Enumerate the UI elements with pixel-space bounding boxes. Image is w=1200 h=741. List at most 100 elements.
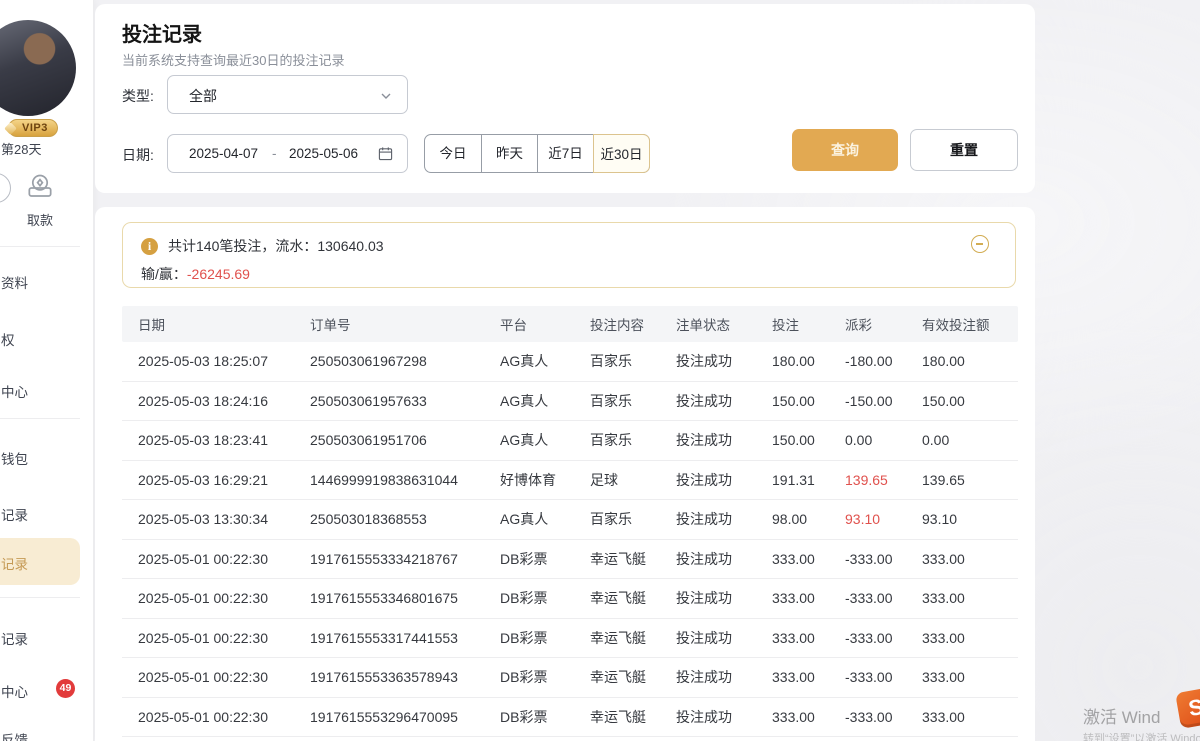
activate-windows-watermark-sub: 转到“设置”以激活 Windows。 <box>1083 730 1200 741</box>
table-cell-date: 2025-05-01 00:22:30 <box>138 630 310 646</box>
sidebar-item-privilege[interactable]: 权 <box>1 329 15 349</box>
quick-range-group: 今日 昨天 近7日 近30日 <box>424 134 650 173</box>
table-cell-status: 投注成功 <box>676 430 772 450</box>
table-cell-bet: 150.00 <box>772 393 845 409</box>
table-cell-platform: DB彩票 <box>500 588 590 608</box>
table-row: 2025-05-01 00:22:301917615553296470095DB… <box>122 698 1018 738</box>
table-row: 2025-05-01 00:22:301917615553334218767DB… <box>122 540 1018 580</box>
summary-box: i 共计140笔投注，流水：130640.03 输/赢：-26245.69 <box>122 222 1016 288</box>
table-cell-bet: 333.00 <box>772 551 845 567</box>
sidebar-item-records-2[interactable]: 记录 <box>1 628 28 648</box>
table-cell-payout: 93.10 <box>845 511 922 527</box>
table-cell-content: 百家乐 <box>590 351 676 371</box>
table-cell-bet: 150.00 <box>772 432 845 448</box>
table-cell-payout: -150.00 <box>845 393 922 409</box>
table-row: 2025-05-03 18:24:16250503061957633AG真人百家… <box>122 382 1018 422</box>
table-cell-valid: 333.00 <box>922 551 1018 567</box>
date-range-input[interactable]: 2025-04-07 - 2025-05-06 <box>167 134 408 173</box>
avatar[interactable] <box>0 20 76 116</box>
quick-range-7days[interactable]: 近7日 <box>537 135 593 172</box>
table-cell-order: 1917615553334218767 <box>310 551 500 567</box>
table-cell-payout: 0.00 <box>845 432 922 448</box>
table-cell-order: 1917615553363578943 <box>310 669 500 685</box>
table-cell-date: 2025-05-01 00:22:30 <box>138 709 310 725</box>
table-header-cell: 有效投注额 <box>922 314 1018 334</box>
table-cell-platform: DB彩票 <box>500 667 590 687</box>
table-header-cell: 投注内容 <box>590 314 676 334</box>
table-cell-payout: -333.00 <box>845 669 922 685</box>
table-cell-status: 投注成功 <box>676 667 772 687</box>
collapse-icon[interactable] <box>971 235 989 253</box>
sidebar-item-center[interactable]: 中心 <box>1 381 28 401</box>
table-cell-valid: 333.00 <box>922 630 1018 646</box>
table-cell-date: 2025-05-03 18:25:07 <box>138 353 310 369</box>
table-cell-order: 1917615553317441553 <box>310 630 500 646</box>
quick-range-yesterday[interactable]: 昨天 <box>481 135 537 172</box>
table-cell-bet: 333.00 <box>772 669 845 685</box>
results-card: i 共计140笔投注，流水：130640.03 输/赢：-26245.69 日期… <box>95 207 1035 741</box>
table-cell-platform: DB彩票 <box>500 549 590 569</box>
table-cell-status: 投注成功 <box>676 549 772 569</box>
table-cell-platform: DB彩票 <box>500 707 590 727</box>
type-label: 类型: <box>122 86 154 106</box>
table-cell-bet: 180.00 <box>772 353 845 369</box>
table-row: 2025-05-03 18:25:07250503061967298AG真人百家… <box>122 342 1018 382</box>
table-cell-date: 2025-05-03 16:29:21 <box>138 472 310 488</box>
table-cell-platform: AG真人 <box>500 509 590 529</box>
table-header-cell: 派彩 <box>845 314 922 334</box>
reset-button[interactable]: 重置 <box>910 129 1018 171</box>
quick-range-30days[interactable]: 近30日 <box>593 134 650 173</box>
table-cell-status: 投注成功 <box>676 470 772 490</box>
withdraw-button[interactable]: 取款 <box>24 170 56 229</box>
table-body: 2025-05-03 18:25:07250503061967298AG真人百家… <box>122 342 1018 737</box>
sidebar-item-wallet[interactable]: 钱包 <box>1 448 28 468</box>
page-subtitle: 当前系统支持查询最近30日的投注记录 <box>122 50 344 69</box>
table-row: 2025-05-01 00:22:301917615553317441553DB… <box>122 619 1018 659</box>
quick-range-today[interactable]: 今日 <box>425 135 481 172</box>
sidebar-divider <box>0 597 80 598</box>
vip-badge: VIP3 <box>8 119 58 137</box>
date-start-value: 2025-04-07 <box>189 146 258 161</box>
table-row: 2025-05-03 13:30:34250503018368553AG真人百家… <box>122 500 1018 540</box>
table-cell-order: 1917615553346801675 <box>310 590 500 606</box>
table-cell-valid: 180.00 <box>922 353 1018 369</box>
table-cell-date: 2025-05-01 00:22:30 <box>138 590 310 606</box>
date-label: 日期: <box>122 145 154 165</box>
table-header-cell: 注单状态 <box>676 314 772 334</box>
table-cell-valid: 333.00 <box>922 590 1018 606</box>
deposit-icon[interactable] <box>0 173 11 203</box>
table-cell-content: 幸运飞艇 <box>590 667 676 687</box>
sidebar-item-profile[interactable]: 资料 <box>1 272 28 292</box>
table-cell-platform: AG真人 <box>500 351 590 371</box>
type-select[interactable]: 全部 <box>167 75 408 114</box>
table-cell-date: 2025-05-03 13:30:34 <box>138 511 310 527</box>
table-cell-status: 投注成功 <box>676 509 772 529</box>
table-cell-status: 投注成功 <box>676 707 772 727</box>
calendar-icon <box>378 146 393 161</box>
table-cell-status: 投注成功 <box>676 588 772 608</box>
table-header-cell: 投注 <box>772 314 845 334</box>
activate-windows-watermark: 激活 Wind <box>1083 703 1160 728</box>
table-cell-date: 2025-05-01 00:22:30 <box>138 669 310 685</box>
sidebar-item-bet-records-active[interactable]: 记录 <box>1 553 28 573</box>
table-cell-platform: DB彩票 <box>500 628 590 648</box>
table-cell-date: 2025-05-03 18:24:16 <box>138 393 310 409</box>
table-row: 2025-05-03 18:23:41250503061951706AG真人百家… <box>122 421 1018 461</box>
table-header: 日期订单号平台投注内容注单状态投注派彩有效投注额 <box>122 306 1018 342</box>
table-cell-content: 幸运飞艇 <box>590 707 676 727</box>
search-button[interactable]: 查询 <box>792 129 898 171</box>
table-cell-content: 幸运飞艇 <box>590 549 676 569</box>
sidebar-item-records-1[interactable]: 记录 <box>1 504 28 524</box>
withdraw-label: 取款 <box>24 210 56 229</box>
table-cell-valid: 150.00 <box>922 393 1018 409</box>
table-cell-content: 百家乐 <box>590 391 676 411</box>
loss-label: 输/赢： <box>141 266 187 282</box>
table-cell-payout: -333.00 <box>845 551 922 567</box>
vip-badge-label: VIP3 <box>22 122 48 134</box>
sidebar-item-message-center[interactable]: 中心 <box>1 681 28 701</box>
date-separator: - <box>272 146 277 161</box>
table-cell-platform: 好博体育 <box>500 470 590 490</box>
sidebar-item-feedback[interactable]: 反馈 <box>1 729 28 741</box>
table-cell-status: 投注成功 <box>676 351 772 371</box>
message-count-badge: 49 <box>56 679 75 698</box>
